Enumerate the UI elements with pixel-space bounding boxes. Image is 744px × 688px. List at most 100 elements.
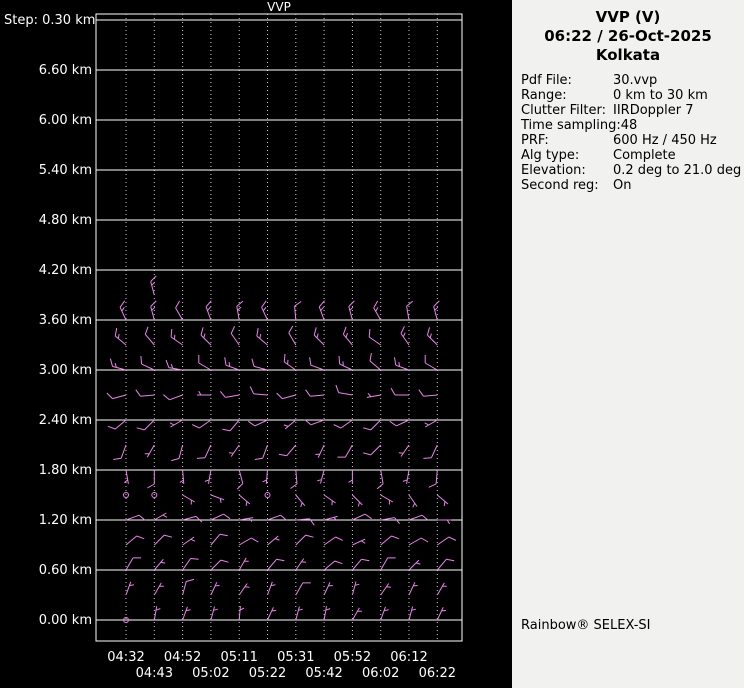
wind-barb xyxy=(239,538,258,545)
wind-barb xyxy=(284,354,296,370)
wind-barb xyxy=(314,327,324,345)
wind-barb xyxy=(126,558,141,570)
wind-barb xyxy=(154,513,167,520)
wind-barb xyxy=(136,390,155,397)
wind-barb xyxy=(315,445,324,458)
wind-barb xyxy=(363,420,381,430)
wind-barb xyxy=(126,536,144,545)
wind-barb xyxy=(268,607,277,620)
y-tick-label: 1.80 km xyxy=(39,463,92,478)
wind-barb xyxy=(367,393,381,397)
wind-barb xyxy=(268,582,276,595)
field-value: Complete xyxy=(613,148,676,163)
wind-barb xyxy=(352,539,365,545)
wind-barb xyxy=(289,326,296,345)
field-row: Second reg:On xyxy=(521,178,740,193)
field-row: Elevation:0.2 deg to 21.0 deg xyxy=(521,163,740,178)
wind-barb xyxy=(192,420,211,428)
panel-location: Kolkata xyxy=(512,46,744,65)
wind-barb xyxy=(337,445,352,457)
wind-barb xyxy=(211,560,229,570)
vvp-chart: Step: 0.30 km6.60 km6.00 km5.40 km4.80 k… xyxy=(0,0,512,688)
panel-header: VVP (V) 06:22 / 26-Oct-2025 Kolkata xyxy=(512,0,744,65)
field-label: Elevation: xyxy=(521,163,613,178)
wind-barb xyxy=(377,470,383,489)
wind-barb xyxy=(211,582,220,595)
wind-barb xyxy=(284,420,296,429)
wind-barb xyxy=(336,385,353,395)
wind-barb xyxy=(363,445,381,455)
wind-barb xyxy=(296,495,305,507)
wind-barb xyxy=(252,359,268,370)
wind-barb xyxy=(349,301,355,320)
wind-barb xyxy=(423,445,437,458)
wind-barb xyxy=(151,301,157,320)
y-tick-label: 4.20 km xyxy=(39,263,92,278)
wind-barb xyxy=(183,559,199,571)
wind-barb xyxy=(237,470,243,489)
wind-barb xyxy=(352,559,369,570)
wind-barb xyxy=(151,276,157,295)
x-tick-label: 05:42 xyxy=(305,666,342,681)
wind-barb xyxy=(257,328,268,345)
wind-barb xyxy=(126,582,134,595)
wind-barb xyxy=(180,470,184,484)
x-tick-label: 04:52 xyxy=(164,650,201,665)
y-tick-label: 5.40 km xyxy=(39,163,92,178)
wind-barb xyxy=(171,445,182,461)
field-label: Clutter Filter: xyxy=(521,103,613,118)
wind-barb xyxy=(147,470,154,488)
wind-barb xyxy=(154,559,165,570)
y-tick-label: 6.60 km xyxy=(39,63,92,78)
wind-barb xyxy=(349,470,353,484)
wind-barb xyxy=(154,606,160,620)
wind-barb xyxy=(437,520,451,524)
wind-barb xyxy=(296,607,303,621)
field-value: On xyxy=(613,178,631,193)
y-tick-label: 3.00 km xyxy=(39,363,92,378)
panel-datetime: 06:22 / 26-Oct-2025 xyxy=(512,27,744,46)
wind-barb xyxy=(183,607,191,620)
panel-fields: Pdf File:30.vvpRange:0 km to 30 kmClutte… xyxy=(512,73,744,193)
wind-barb xyxy=(199,355,211,370)
wind-barb xyxy=(239,495,250,506)
wind-barb xyxy=(124,470,128,484)
wind-barb xyxy=(352,582,359,596)
field-label: Time sampling: xyxy=(521,118,621,133)
wind-barb xyxy=(120,301,126,320)
y-tick-label: 6.00 km xyxy=(39,113,92,128)
wind-barb xyxy=(374,301,381,320)
wind-barb xyxy=(434,301,440,320)
field-row: PRF:600 Hz / 450 Hz xyxy=(521,133,740,148)
field-value: 48 xyxy=(621,118,638,133)
wind-barb xyxy=(237,301,243,320)
panel-title: VVP (V) xyxy=(512,8,744,27)
wind-barb xyxy=(324,495,336,505)
wind-barb xyxy=(255,445,268,460)
wind-barb xyxy=(141,356,154,370)
wind-barb xyxy=(211,514,230,520)
wind-barb xyxy=(201,327,211,345)
wind-barb xyxy=(419,390,438,397)
wind-barb xyxy=(183,579,194,595)
x-tick-label: 06:22 xyxy=(419,666,456,681)
field-value: 0 km to 30 km xyxy=(613,88,708,103)
wind-barb xyxy=(197,445,211,458)
x-tick-label: 04:32 xyxy=(107,650,144,665)
wind-barb xyxy=(171,329,183,345)
wind-barb xyxy=(437,607,446,620)
wind-barb xyxy=(170,420,183,427)
x-tick-label: 05:02 xyxy=(192,666,229,681)
wind-barb xyxy=(437,495,448,506)
field-label: Pdf File: xyxy=(521,73,613,88)
wind-barb xyxy=(183,495,195,505)
field-label: Range: xyxy=(521,88,613,103)
x-tick-label: 05:52 xyxy=(334,650,371,665)
field-value: 0.2 deg to 21.0 deg xyxy=(613,163,741,178)
wind-barb xyxy=(239,606,244,620)
wind-barb xyxy=(409,560,420,570)
wind-barb xyxy=(183,537,195,545)
wind-barb xyxy=(425,355,437,370)
wind-barb xyxy=(324,606,330,620)
wind-barb xyxy=(352,495,362,506)
